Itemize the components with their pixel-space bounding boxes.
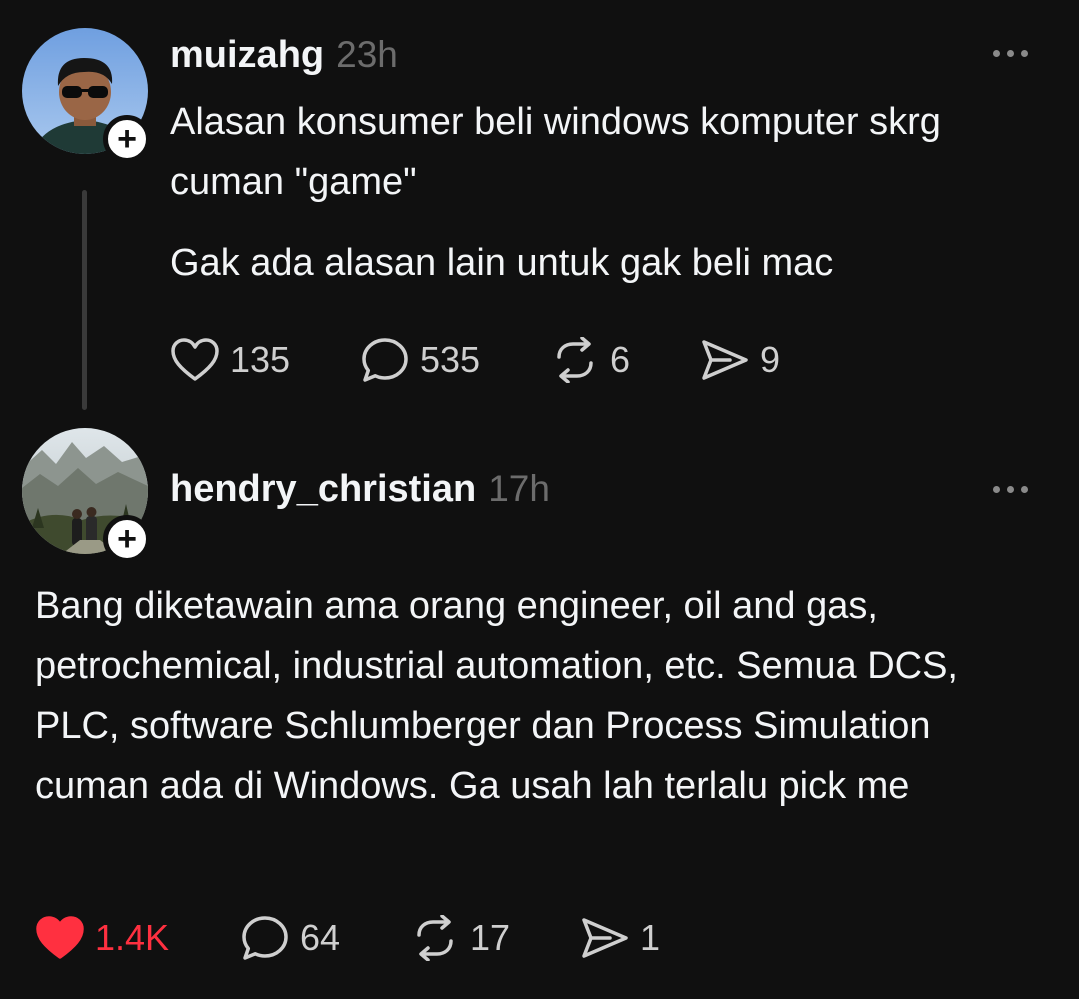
post-text: Alasan konsumer beli windows komputer sk… [170, 101, 941, 203]
like-count: 135 [230, 339, 291, 380]
share-count: 1 [640, 917, 661, 958]
repost-arrows-icon [417, 915, 453, 961]
thread-post-1: + muizahg 23h Alasan konsumer beli windo… [0, 0, 1079, 420]
post-text: Gak ada alasan lain untuk gak beli mac [170, 242, 834, 284]
reply-button[interactable]: 535 [360, 336, 550, 384]
heart-icon [171, 338, 219, 381]
post-header: hendry_christian 17h [170, 468, 550, 511]
reply-count: 535 [420, 339, 481, 380]
repost-button[interactable]: 17 [410, 915, 580, 961]
paper-plane-icon [702, 340, 748, 380]
post-actions: 135 535 6 9 [170, 336, 820, 384]
follow-button[interactable]: + [103, 115, 151, 163]
thread-post-2: + hendry_christian 17h Bang diketawain a… [0, 420, 1079, 999]
timestamp: 17h [488, 468, 550, 509]
more-options-button[interactable] [993, 486, 1028, 493]
repost-arrows-icon [557, 337, 593, 383]
paper-plane-icon [582, 918, 628, 958]
speech-bubble-icon [242, 916, 288, 960]
post-text: Bang diketawain ama orang engineer, oil … [35, 585, 958, 807]
more-options-button[interactable] [993, 50, 1028, 57]
plus-icon: + [117, 120, 137, 158]
username[interactable]: hendry_christian [170, 468, 476, 511]
share-count: 9 [760, 339, 781, 380]
share-button[interactable]: 9 [700, 338, 820, 382]
repost-count: 17 [470, 917, 511, 958]
reply-count: 64 [300, 917, 341, 958]
post-actions: 1.4K 64 17 1 [35, 914, 700, 962]
repost-count: 6 [610, 339, 631, 380]
repost-button[interactable]: 6 [550, 337, 700, 383]
ellipsis-icon [993, 50, 1000, 57]
like-button[interactable]: 1.4K [35, 915, 240, 961]
reply-button[interactable]: 64 [240, 914, 410, 962]
plus-icon: + [117, 520, 137, 558]
post-header: muizahg 23h [170, 34, 398, 77]
heart-icon-filled [36, 916, 84, 959]
thread-connector-line [82, 190, 87, 410]
username[interactable]: muizahg [170, 34, 324, 77]
ellipsis-icon [993, 486, 1000, 493]
like-count: 1.4K [95, 917, 170, 958]
like-button[interactable]: 135 [170, 337, 360, 383]
speech-bubble-icon [362, 338, 408, 382]
follow-button[interactable]: + [103, 515, 151, 563]
timestamp: 23h [336, 34, 398, 75]
share-button[interactable]: 1 [580, 916, 700, 960]
